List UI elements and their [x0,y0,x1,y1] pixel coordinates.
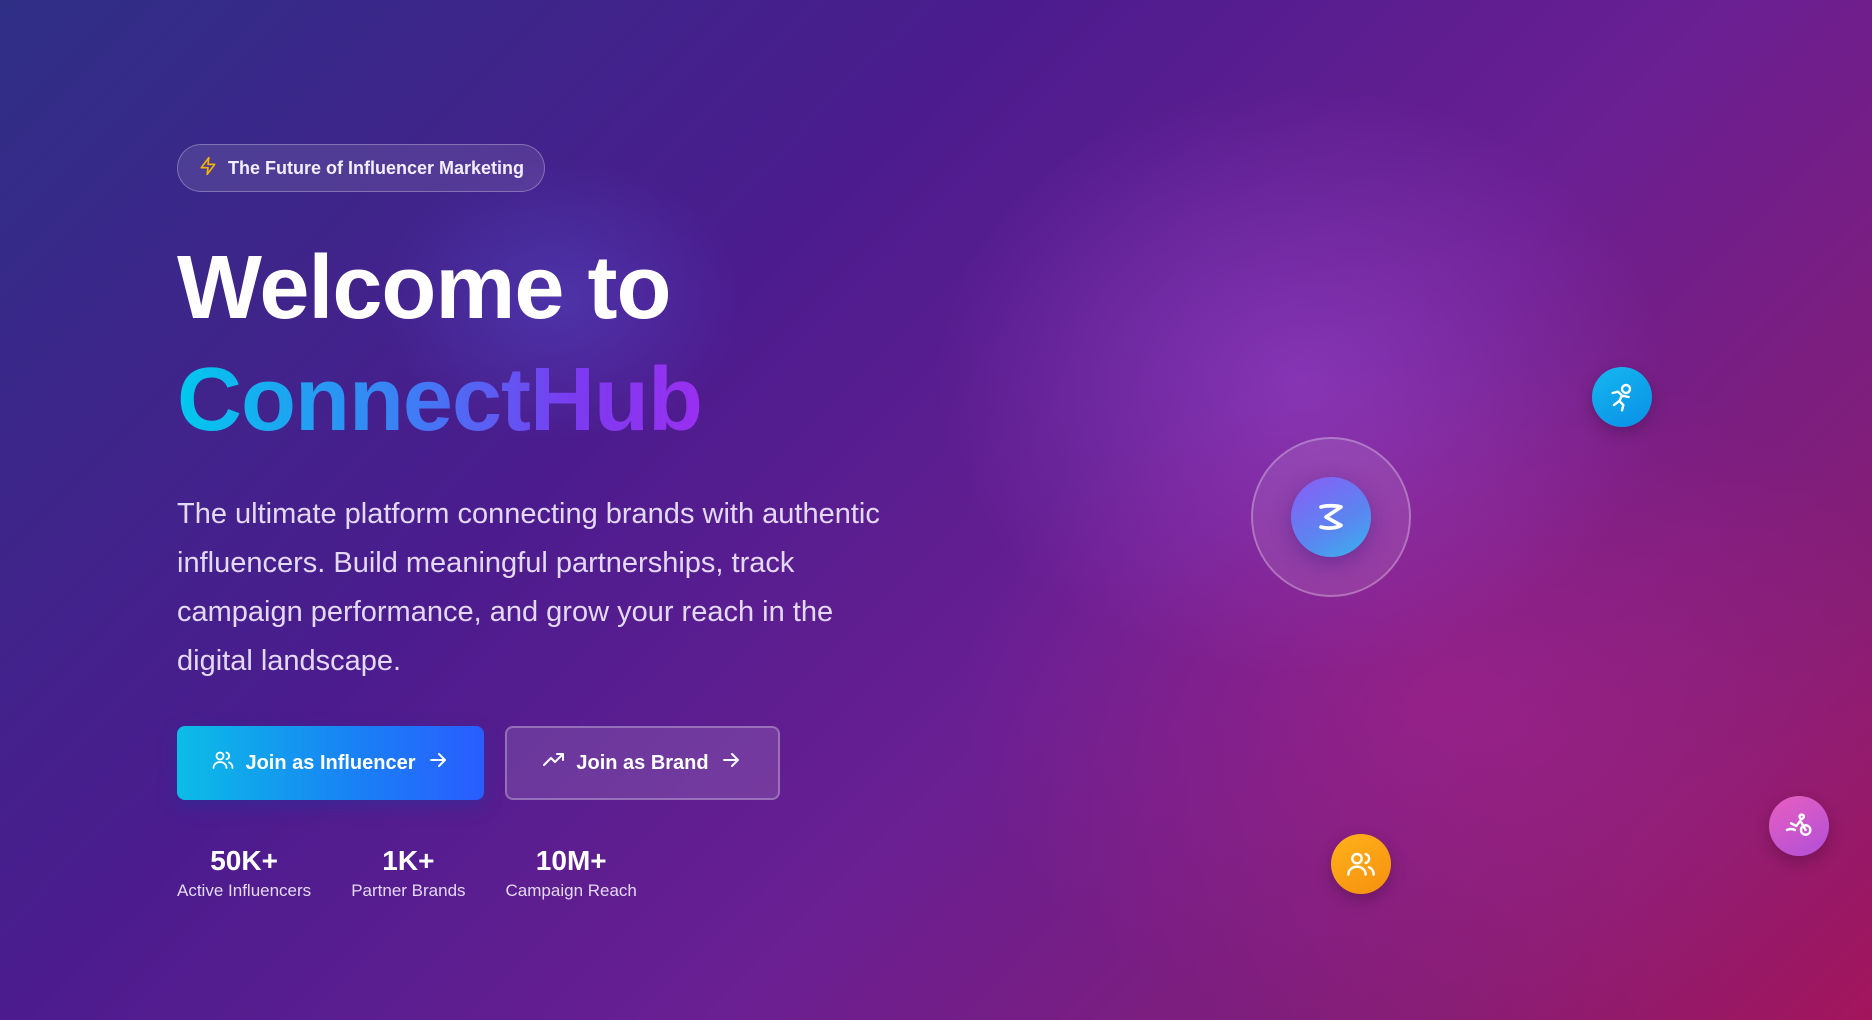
stat-campaign-reach: 10M+ Campaign Reach [506,844,637,902]
stat-value: 50K+ [210,845,278,876]
stat-label: Partner Brands [351,881,466,900]
trending-up-icon [542,748,566,778]
join-as-brand-button[interactable]: Join as Brand [505,726,780,800]
headline-brand-name: ConnectHub [177,340,703,460]
hero-section: The Future of Influencer Marketing Welco… [177,144,937,902]
stat-active-influencers: 50K+ Active Influencers [177,844,311,902]
tagline-badge: The Future of Influencer Marketing [177,144,546,192]
lightning-bolt-icon [198,156,218,181]
running-person-icon [1592,367,1652,427]
stat-partner-brands: 1K+ Partner Brands [351,844,465,902]
arrow-right-icon [426,748,450,778]
stat-value: 10M+ [535,845,607,876]
users-icon [211,748,235,778]
stat-label: Active Influencers [177,881,312,900]
users-icon [1331,834,1391,894]
stat-label: Campaign Reach [505,881,637,900]
join-as-influencer-label: Join as Influencer [245,751,416,774]
headline-line-1: Welcome to [177,238,671,338]
arrow-right-icon [719,748,743,778]
zap-icon [1291,477,1371,557]
cta-group: Join as Influencer Join as Brand [177,726,937,800]
hero-description: The ultimate platform connecting brands … [177,498,880,677]
bicycle-icon [1769,796,1829,856]
join-as-brand-label: Join as Brand [576,751,709,774]
stats-row: 50K+ Active Influencers 1K+ Partner Bran… [177,844,937,902]
join-as-influencer-button[interactable]: Join as Influencer [177,726,484,800]
center-orb [1251,437,1411,597]
tagline-text: The Future of Influencer Marketing [228,157,525,178]
stat-value: 1K+ [382,845,435,876]
